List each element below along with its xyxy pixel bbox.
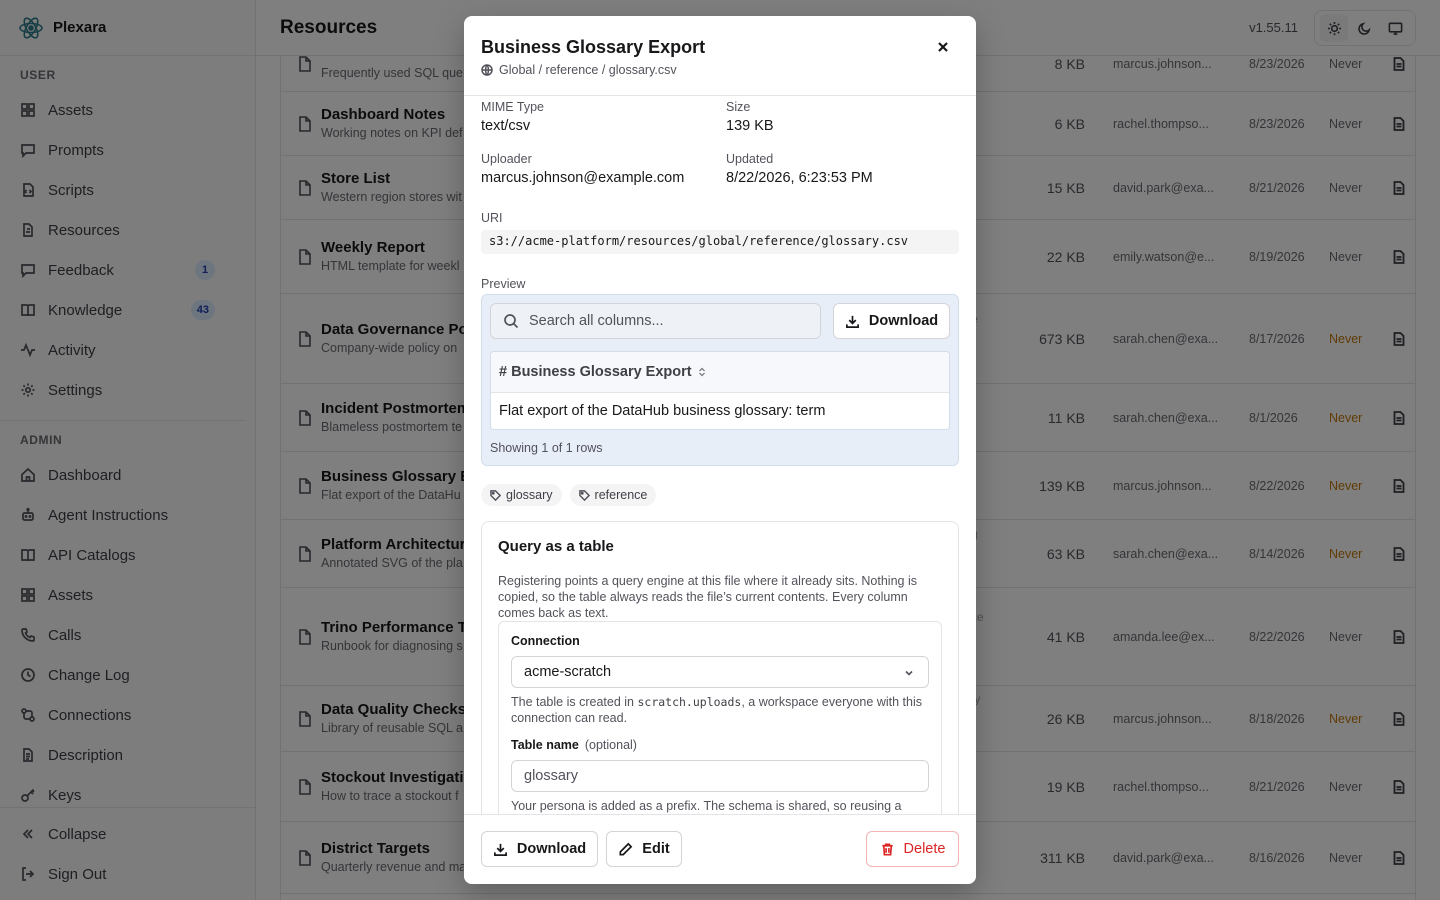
size-label: Size xyxy=(726,100,751,114)
row-count: Showing 1 of 1 rows xyxy=(490,441,603,455)
connection-select[interactable]: acme-scratch xyxy=(511,656,929,688)
close-button[interactable] xyxy=(936,40,952,56)
globe-icon xyxy=(481,64,493,76)
tag-label: glossary xyxy=(506,488,553,502)
size-value: 139 KB xyxy=(726,118,774,134)
tag-chip[interactable]: glossary xyxy=(481,484,562,506)
download-button[interactable]: Download xyxy=(481,831,598,867)
edit-button[interactable]: Edit xyxy=(606,831,682,867)
delete-button[interactable]: Delete xyxy=(866,831,959,867)
download-icon xyxy=(845,315,859,328)
csv-preview: Download # Business Glossary Export Flat… xyxy=(481,294,959,466)
mime-type-label: MIME Type xyxy=(481,100,544,114)
uri-label: URI xyxy=(481,211,503,225)
table-name-help: Your persona is added as a prefix. The s… xyxy=(511,799,902,813)
column-header[interactable]: # Business Glossary Export xyxy=(491,352,949,393)
search-icon xyxy=(504,314,519,329)
tag-icon xyxy=(490,489,501,501)
updated-label: Updated xyxy=(726,152,774,166)
resource-path: Global / reference / glossary.csv xyxy=(481,63,677,77)
optional-hint: (optional) xyxy=(584,738,637,752)
connection-help: The table is created in scratch.uploads,… xyxy=(511,694,929,726)
search-box xyxy=(490,303,821,339)
download-label: Download xyxy=(516,841,587,857)
search-input[interactable] xyxy=(529,313,809,329)
column-header-label: # Business Glossary Export xyxy=(499,364,692,380)
schema-code: scratch.uploads xyxy=(637,695,742,709)
preview-table: # Business Glossary Export Flat export o… xyxy=(490,351,950,430)
preview-download-label: Download xyxy=(868,313,939,329)
table-name-input[interactable] xyxy=(511,760,929,792)
modal-footer: Download Edit Delete xyxy=(464,814,976,884)
query-form: Connection acme-scratch The table is cre… xyxy=(498,621,942,814)
delete-label: Delete xyxy=(903,841,946,857)
updated-value: 8/22/2026, 6:23:53 PM xyxy=(726,170,873,186)
connection-label: Connection xyxy=(511,634,580,648)
trash-icon xyxy=(881,843,893,855)
uploader-value: marcus.johnson@example.com xyxy=(481,170,685,186)
modal-header: Business Glossary Export Global / refere… xyxy=(464,16,976,96)
query-as-table-card: Query as a table Registering points a qu… xyxy=(481,521,959,814)
table-cell: Flat export of the DataHub business glos… xyxy=(499,403,826,419)
pencil-icon xyxy=(619,842,633,855)
uri-value: s3://acme-platform/resources/global/refe… xyxy=(481,230,959,254)
download-icon xyxy=(493,843,507,856)
tag-chip[interactable]: reference xyxy=(569,484,657,506)
connection-help-pre: The table is created in xyxy=(511,695,638,709)
close-icon xyxy=(938,42,948,52)
resource-path-text: Global / reference / glossary.csv xyxy=(499,63,677,77)
preview-label: Preview xyxy=(481,277,526,291)
table-name-label: Table name (optional) xyxy=(511,738,637,752)
tag-icon xyxy=(578,489,590,501)
tag-list: glossary reference xyxy=(481,484,657,506)
resource-detail-modal: Business Glossary Export Global / refere… xyxy=(464,16,976,884)
uploader-label: Uploader xyxy=(481,152,532,166)
tag-label: reference xyxy=(594,488,648,502)
chevron-down-icon xyxy=(905,670,913,676)
preview-download-button[interactable]: Download xyxy=(833,303,950,339)
query-title: Query as a table xyxy=(498,538,614,555)
edit-label: Edit xyxy=(642,841,670,857)
table-name-label-text: Table name xyxy=(511,738,579,752)
modal-body: MIME Type text/csv Size 139 KB Uploader … xyxy=(464,96,976,814)
connection-value: acme-scratch xyxy=(524,664,612,680)
query-description: Registering points a query engine at thi… xyxy=(498,574,917,620)
mime-type-value: text/csv xyxy=(481,118,531,134)
modal-title: Business Glossary Export xyxy=(481,37,706,57)
sort-icon xyxy=(698,367,705,377)
